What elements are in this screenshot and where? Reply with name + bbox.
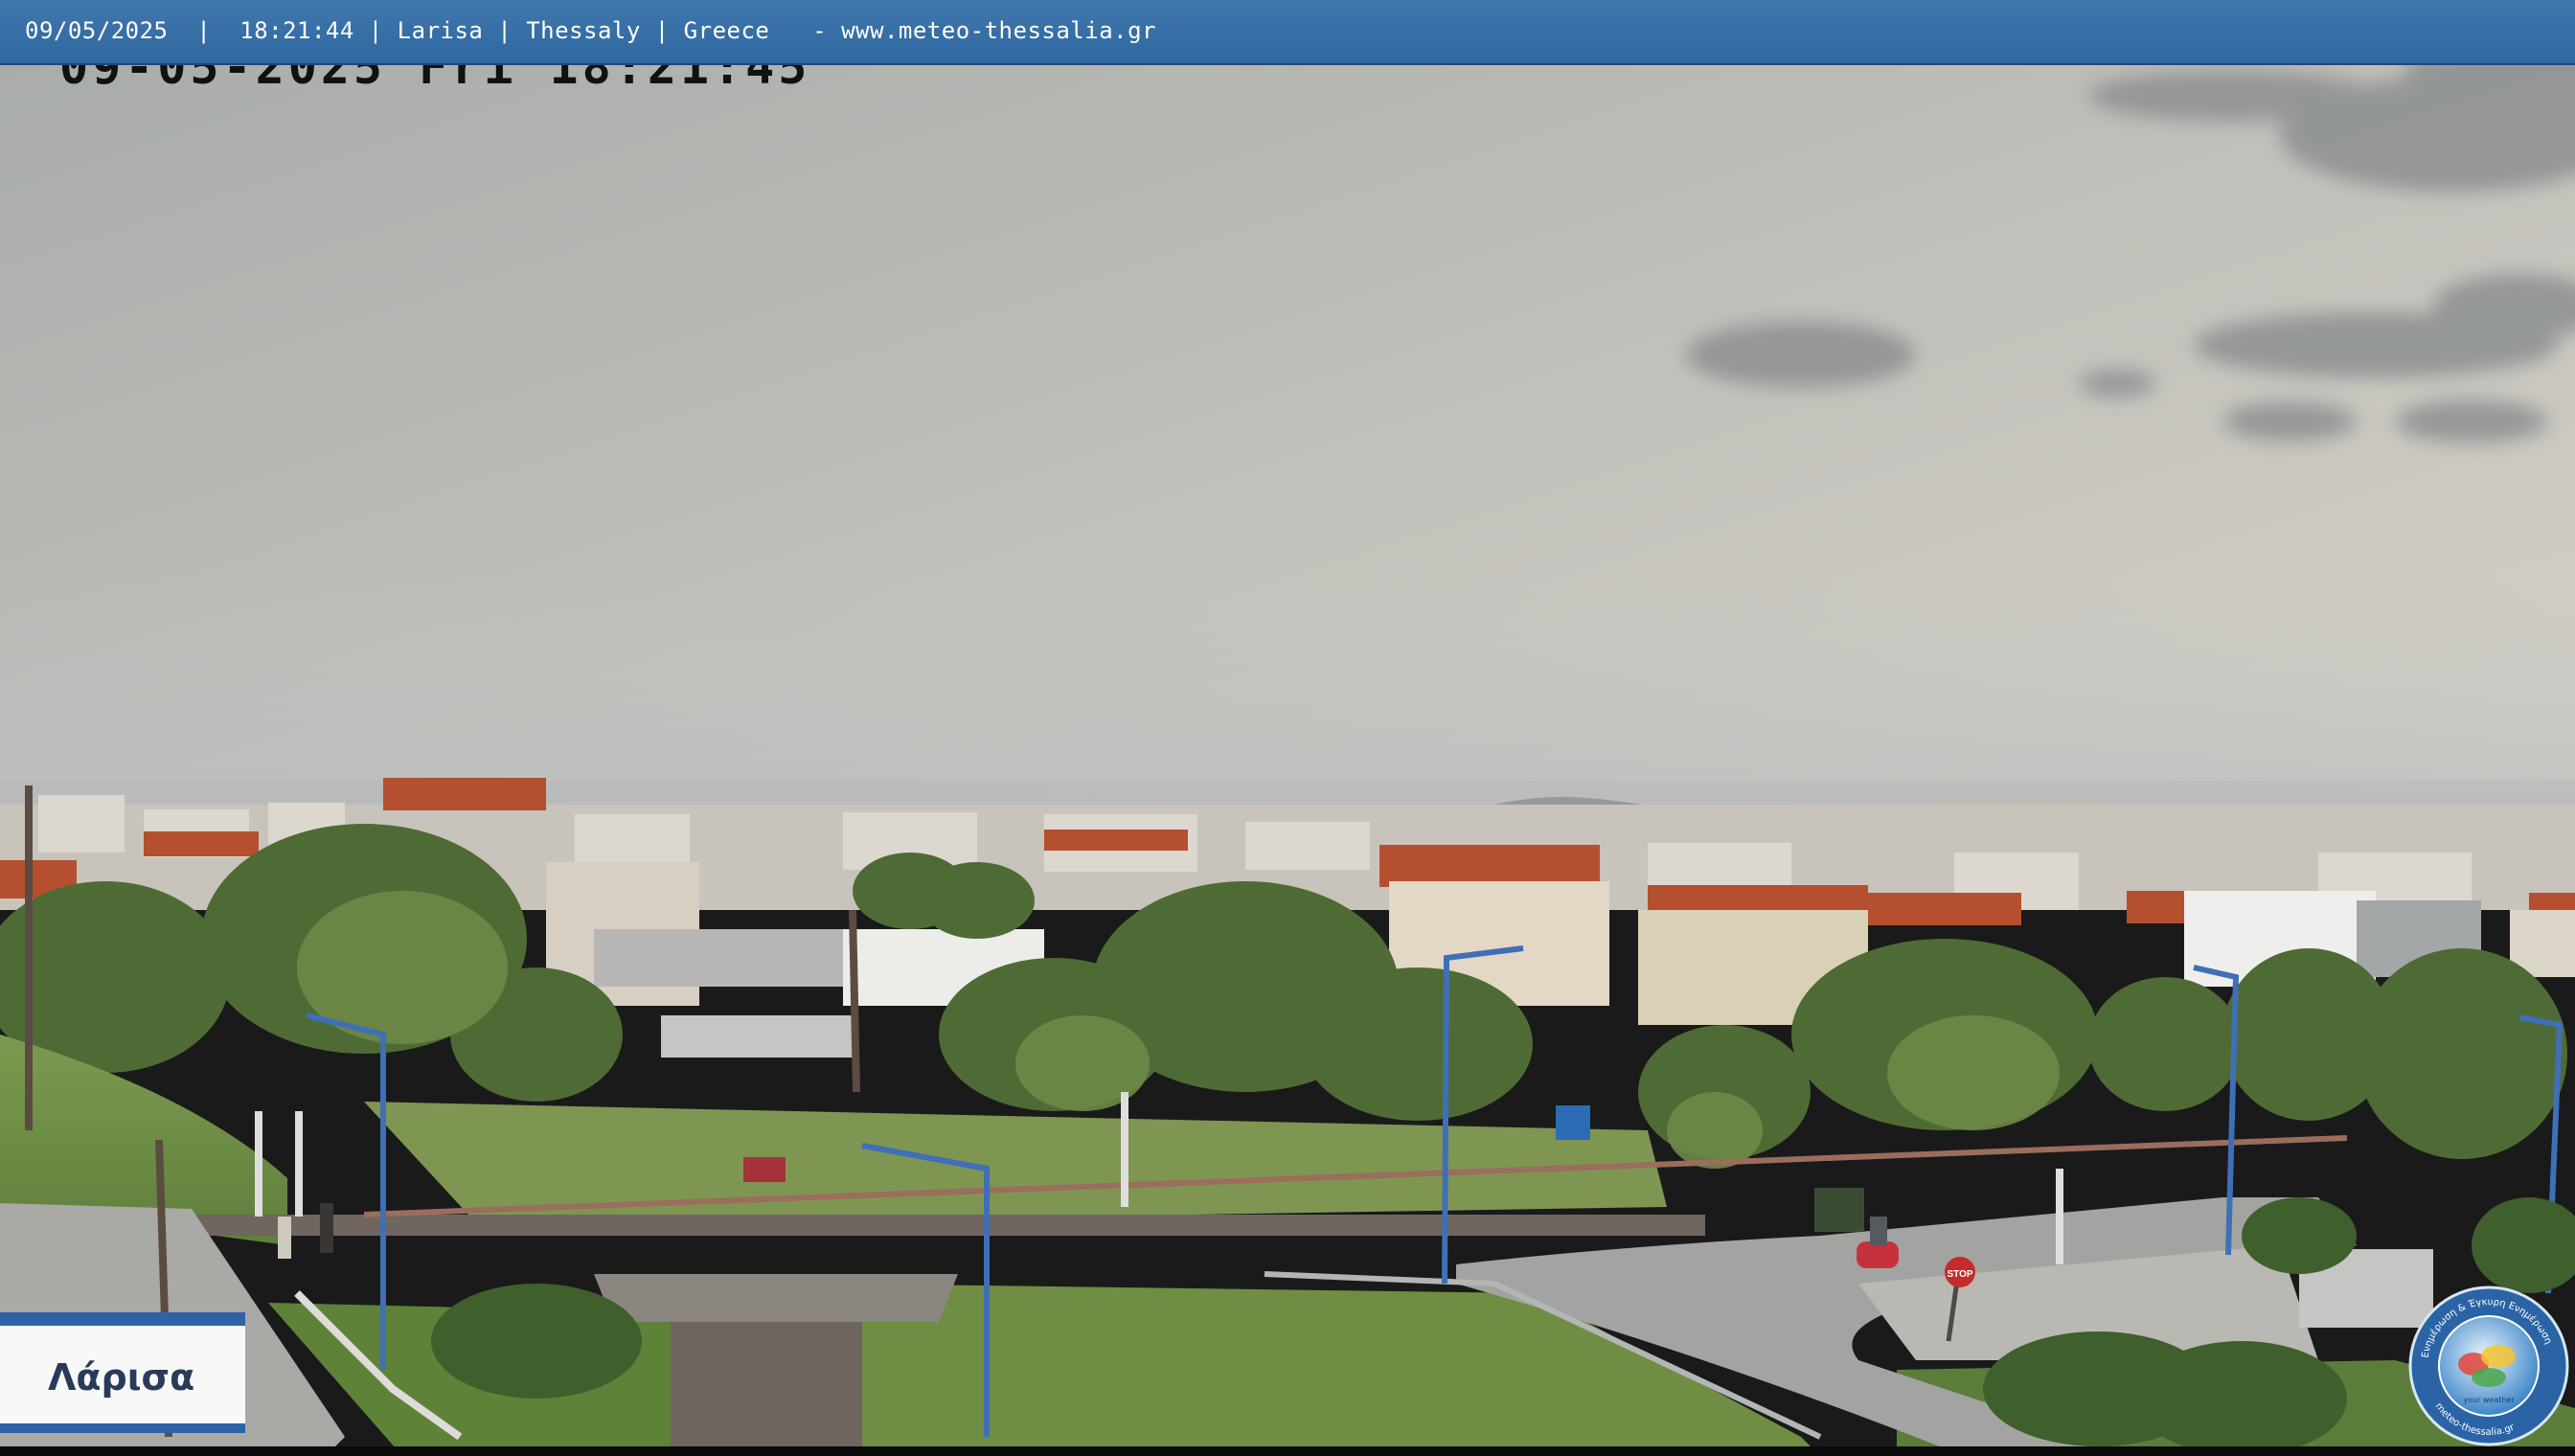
red-sign-field <box>743 1157 786 1182</box>
dumpster <box>1814 1188 1864 1232</box>
webcam-scene: STOP <box>0 0 2575 1456</box>
building-awning <box>661 1015 853 1058</box>
stop-sign-label: STOP <box>1947 1269 1972 1280</box>
building-mid-left-roof <box>594 929 862 987</box>
city-sign: Λάρισα <box>0 1312 245 1433</box>
header-bar: 09/05/2025 | 18:21:44 | Larisa | Thessal… <box>0 0 2575 65</box>
bottom-border <box>0 1446 2575 1456</box>
pedestrian <box>278 1217 291 1259</box>
blue-bin <box>1556 1105 1590 1140</box>
rider <box>1870 1217 1887 1245</box>
bridge-wall <box>671 1322 862 1456</box>
logo-center-text: your weather <box>2463 1396 2515 1404</box>
webcam-frame: STOP 09/05/2025 | 18:21:44 | Larisa | Th… <box>0 0 2575 1456</box>
scooter <box>1857 1241 1899 1268</box>
bridge <box>594 1274 958 1322</box>
weather-globe-logo-icon: Ενημέρωση & Έγκυρη Ενημέρωση your weathe… <box>2408 1285 2569 1446</box>
city-sign-label: Λάρισα <box>48 1356 195 1399</box>
pedestrian <box>320 1203 333 1253</box>
header-info-text: 09/05/2025 | 18:21:44 | Larisa | Thessal… <box>25 17 1156 44</box>
